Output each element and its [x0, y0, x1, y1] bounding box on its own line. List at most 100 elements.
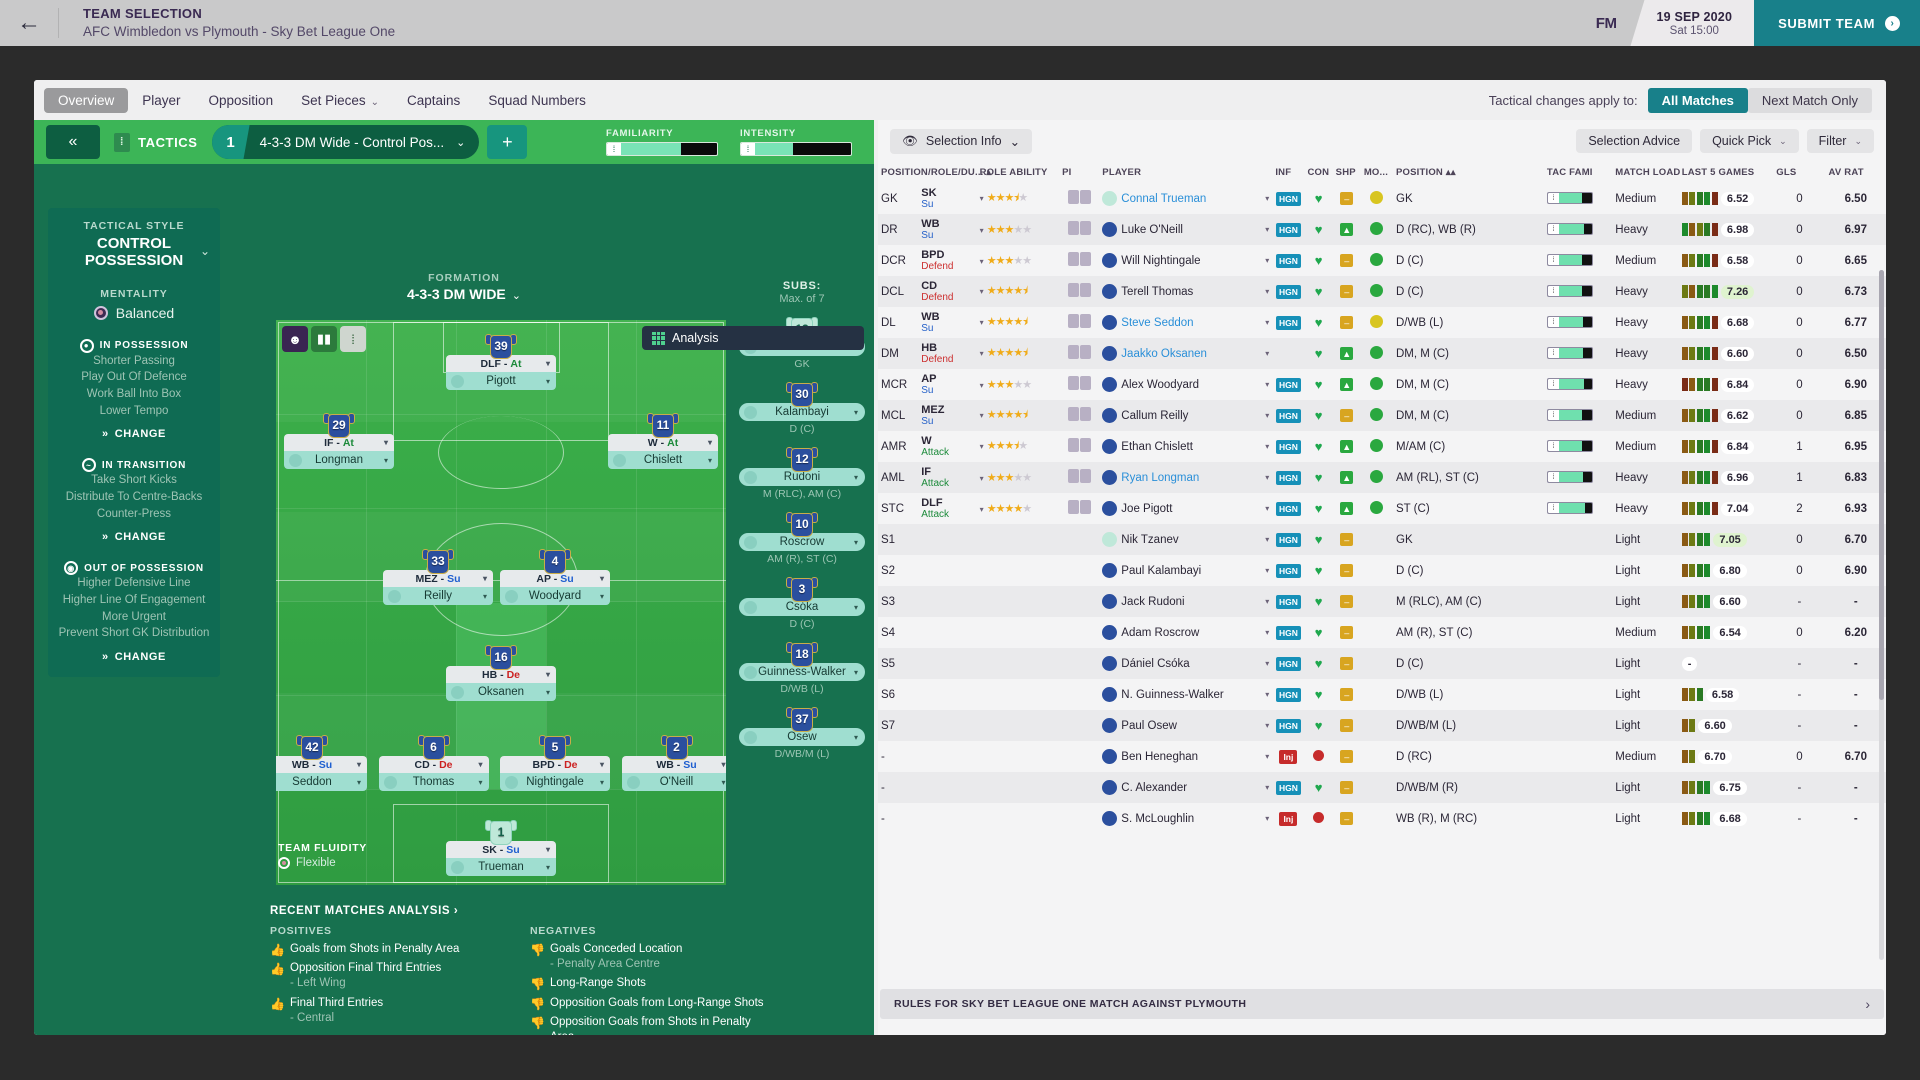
player-name-dropdown[interactable]: Oksanen ▾: [446, 683, 556, 702]
pitch-player[interactable]: 1 SK - Su ▾ Trueman ▾: [446, 817, 556, 877]
player-name-dropdown[interactable]: Reilly ▾: [383, 587, 493, 605]
quick-pick-button[interactable]: Quick Pick ⌄: [1700, 129, 1799, 153]
table-row[interactable]: S4 Adam Roscrow ▾ HGN ♥ – AM (R), ST (C) Medium…: [878, 617, 1886, 648]
cell-pi[interactable]: [1059, 307, 1099, 338]
col-header[interactable]: POSITION ▴▴: [1393, 162, 1544, 183]
cell-player[interactable]: Paul Osew ▾: [1099, 710, 1273, 741]
cell-pi[interactable]: [1059, 524, 1100, 555]
cell-player[interactable]: Steve Seddon ▾: [1099, 307, 1272, 338]
cell-pi[interactable]: [1059, 276, 1100, 307]
collapse-sidebar-button[interactable]: «: [46, 125, 100, 159]
cell-pi[interactable]: [1059, 400, 1100, 431]
table-row[interactable]: - Ben Heneghan ▾ Inj – D (RC) Medium 6.70 0 6.70: [878, 741, 1886, 772]
cell-role[interactable]: SK Su: [918, 183, 976, 214]
cell-role[interactable]: [918, 679, 976, 710]
cell-role[interactable]: [918, 772, 977, 803]
player-name-dropdown[interactable]: Woodyard ▾: [500, 587, 610, 605]
selection-info-button[interactable]: 👁 Selection Info ⌄: [890, 128, 1033, 154]
cell-player[interactable]: S. McLoughlin ▾: [1099, 803, 1272, 834]
sub-slot[interactable]: 37 Osew ▾ D/WB/M (L): [739, 704, 865, 760]
table-row[interactable]: MCL MEZ Su ▾ ★★★★⯨ Callum Reilly ▾ HGN ♥ – DM, M …: [878, 400, 1886, 431]
pitch-player[interactable]: 5 BPD - De ▾ Nightingale ▾: [500, 732, 610, 792]
table-row[interactable]: DCR BPD Defend ▾ ★★★★★ Will Nightingale ▾ HGN ♥…: [878, 245, 1886, 276]
cell-role[interactable]: CD Defend: [918, 276, 977, 307]
table-row[interactable]: S3 Jack Rudoni ▾ HGN ♥ – M (RLC), AM (C) Light …: [878, 586, 1886, 617]
col-header[interactable]: TAC FAMI: [1544, 162, 1612, 183]
back-arrow-icon[interactable]: ←: [0, 0, 58, 46]
tab-set-pieces[interactable]: Set Pieces ⌄: [287, 88, 393, 113]
filter-button[interactable]: Filter ⌄: [1806, 129, 1874, 153]
cell-role[interactable]: [918, 586, 977, 617]
sub-slot[interactable]: 10 Roscrow ▾ AM (R), ST (C): [739, 509, 865, 565]
cell-pi[interactable]: [1059, 586, 1100, 617]
cell-pi[interactable]: [1059, 214, 1100, 245]
tab-overview[interactable]: Overview: [44, 87, 129, 113]
col-header[interactable]: AV RAT: [1826, 162, 1886, 183]
vertical-scrollbar[interactable]: [1879, 270, 1884, 960]
pitch[interactable]: 39 DLF - At ▾ Pigott ▾ 29 IF - At ▾ Longman ▾ 11 W …: [276, 320, 726, 885]
cell-role[interactable]: W Attack: [918, 431, 976, 462]
submit-team-button[interactable]: SUBMIT TEAM ›: [1754, 0, 1920, 46]
cell-pi[interactable]: [1059, 555, 1099, 586]
tactic-selector[interactable]: 1 4-3-3 DM Wide - Control Pos... ⌄: [211, 125, 480, 159]
pitch-player[interactable]: 33 MEZ - Su ▾ Reilly ▾: [383, 546, 493, 605]
recent-matches-title[interactable]: RECENT MATCHES ANALYSIS ›: [270, 905, 850, 917]
instructions-icon[interactable]: ⁞: [340, 326, 366, 352]
tactic-name-dropdown[interactable]: 4-3-3 DM Wide - Control Pos... ⌄: [250, 135, 480, 150]
pitch-player[interactable]: 39 DLF - At ▾ Pigott ▾: [446, 331, 556, 391]
cell-role[interactable]: HB Defend: [918, 338, 977, 369]
table-row[interactable]: S2 Paul Kalambayi ▾ HGN ♥ – D (C) Light 6.80 0 6.…: [878, 555, 1886, 586]
player-name-dropdown[interactable]: Longman ▾: [284, 451, 394, 470]
table-row[interactable]: S5 Dániel Csóka ▾ HGN ♥ – D (C) Light ---: [878, 648, 1886, 679]
cell-pi[interactable]: [1059, 338, 1100, 369]
cell-role[interactable]: [918, 555, 976, 586]
cell-pi[interactable]: [1059, 710, 1100, 741]
col-header[interactable]: SHP: [1333, 162, 1361, 183]
stats-bar-icon[interactable]: ▮▮: [311, 326, 337, 352]
pitch-player[interactable]: 29 IF - At ▾ Longman ▾: [284, 410, 394, 470]
col-header[interactable]: LAST 5 GAMES: [1679, 162, 1774, 183]
table-row[interactable]: S1 Nik Tzanev ▾ HGN ♥ – GK Light 7.05 0 6.70: [878, 524, 1886, 555]
cell-player[interactable]: Terell Thomas ▾: [1099, 276, 1273, 307]
cell-role[interactable]: WB Su: [918, 307, 976, 338]
pitch-player[interactable]: 4 AP - Su ▾ Woodyard ▾: [500, 546, 610, 605]
chevron-down-icon[interactable]: ⌄: [200, 244, 210, 258]
table-row[interactable]: DR WB Su ▾ ★★★★★ Luke O'Neill ▾ HGN ♥ ▲ D (RC), W…: [878, 214, 1886, 245]
cell-role[interactable]: [918, 803, 976, 834]
cell-pi[interactable]: [1059, 493, 1099, 524]
cell-player[interactable]: Nik Tzanev ▾: [1099, 524, 1273, 555]
cell-player[interactable]: Callum Reilly ▾: [1099, 400, 1273, 431]
change-in-possession-button[interactable]: » CHANGE: [54, 428, 214, 440]
col-header[interactable]: GLS: [1773, 162, 1825, 183]
cell-pi[interactable]: [1059, 245, 1099, 276]
toggle-all-matches[interactable]: All Matches: [1647, 87, 1748, 113]
formation-value-dropdown[interactable]: 4-3-3 DM WIDE ⌄: [264, 286, 664, 302]
col-header[interactable]: PLAYER: [1099, 162, 1272, 183]
selection-advice-button[interactable]: Selection Advice: [1576, 129, 1693, 153]
change-in-transition-button[interactable]: » CHANGE: [54, 531, 214, 543]
sub-slot[interactable]: 12 Rudoni ▾ M (RLC), AM (C): [739, 444, 865, 500]
match-rules-bar[interactable]: RULES FOR SKY BET LEAGUE ONE MATCH AGAIN…: [880, 989, 1884, 1019]
cell-player[interactable]: Dániel Csóka ▾: [1099, 648, 1273, 679]
pitch-player[interactable]: 11 W - At ▾ Chislett ▾: [608, 410, 718, 470]
table-row[interactable]: AML IF Attack ▾ ★★★★★ Ryan Longman ▾ HGN ♥ ▲ AM (…: [878, 462, 1886, 493]
player-name-dropdown[interactable]: Nightingale ▾: [500, 773, 610, 792]
change-out-of-possession-button[interactable]: » CHANGE: [54, 651, 214, 663]
cell-role[interactable]: WB Su: [918, 214, 977, 245]
cell-role[interactable]: [918, 648, 977, 679]
cell-pi[interactable]: [1059, 462, 1100, 493]
player-icon[interactable]: ☻: [282, 326, 308, 352]
cell-player[interactable]: Ben Heneghan ▾: [1099, 741, 1272, 772]
analysis-button[interactable]: Analysis: [642, 326, 864, 350]
cell-pi[interactable]: [1059, 183, 1099, 214]
table-row[interactable]: MCR AP Su ▾ ★★★★★ Alex Woodyard ▾ HGN ♥ ▲ DM, M (…: [878, 369, 1886, 400]
player-name-dropdown[interactable]: Thomas ▾: [378, 773, 489, 792]
cell-player[interactable]: Ryan Longman ▾: [1099, 462, 1273, 493]
table-row[interactable]: DCL CD Defend ▾ ★★★★⯨ Terell Thomas ▾ HGN ♥ – D (…: [878, 276, 1886, 307]
cell-player[interactable]: Alex Woodyard ▾: [1099, 369, 1272, 400]
player-name-dropdown[interactable]: O'Neill ▾: [621, 773, 726, 792]
cell-role[interactable]: MEZ Su: [918, 400, 977, 431]
table-row[interactable]: GK SK Su ▾ ★★★⯨★ Connal Trueman ▾ HGN ♥ – GK ⁞ Medi…: [878, 183, 1886, 214]
cell-player[interactable]: Luke O'Neill ▾: [1099, 214, 1273, 245]
table-row[interactable]: DM HB Defend ▾ ★★★★⯨ Jaakko Oksanen ▾ ♥ ▲ DM, M …: [878, 338, 1886, 369]
